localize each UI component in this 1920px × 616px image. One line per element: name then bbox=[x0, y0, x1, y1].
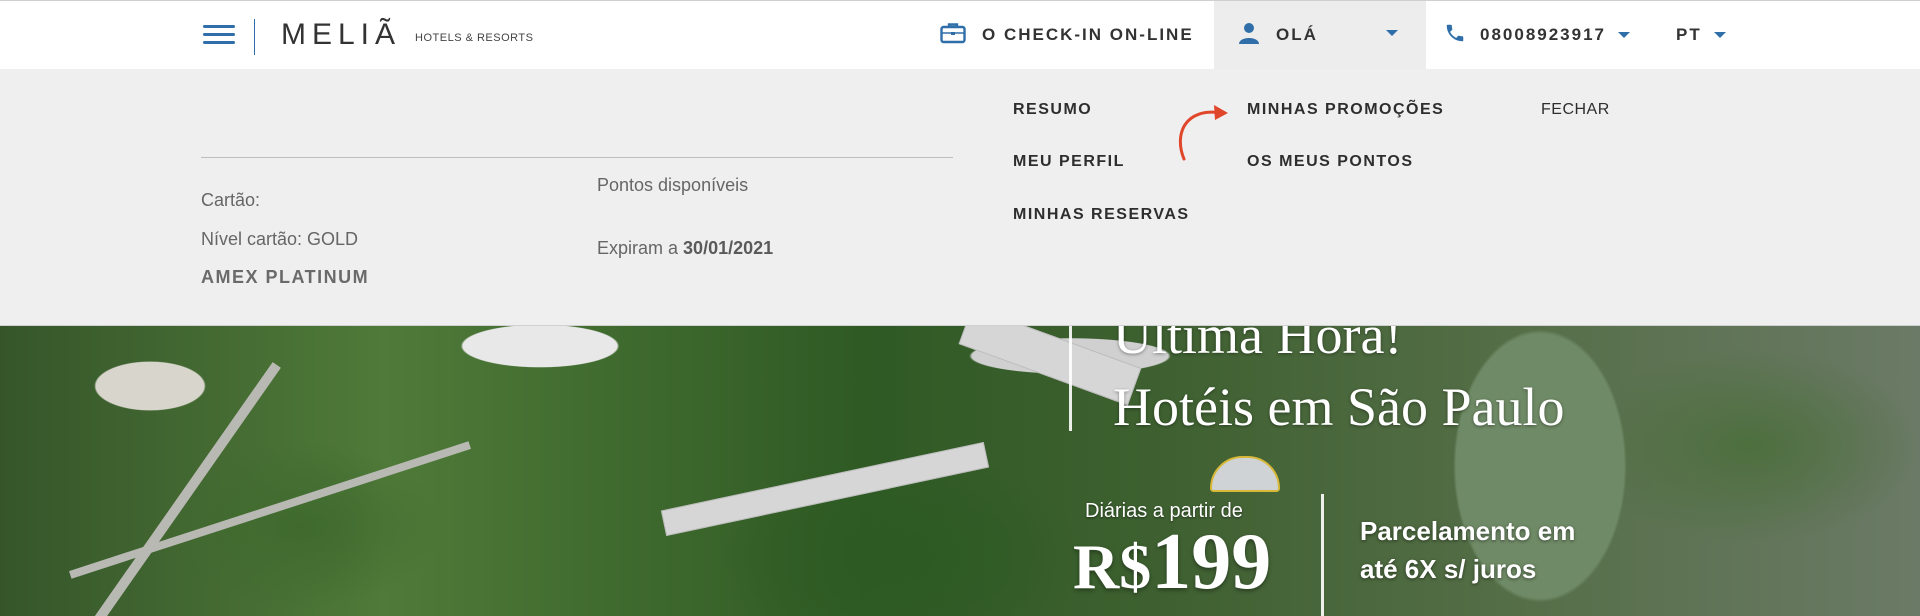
online-checkin-link[interactable]: O CHECK-IN ON-LINE bbox=[940, 1, 1194, 69]
phone-number: 08008923917 bbox=[1480, 25, 1607, 44]
hero-price: R$199 bbox=[1073, 522, 1271, 602]
hero-divider bbox=[1321, 494, 1324, 616]
hero-installments: Parcelamento em até 6X s/ juros bbox=[1360, 512, 1575, 588]
chevron-down-icon bbox=[1618, 32, 1631, 38]
points-expiry-prefix: Expiram a bbox=[597, 238, 679, 258]
chevron-down-icon bbox=[1386, 30, 1398, 36]
checkin-label: O CHECK-IN ON-LINE bbox=[982, 25, 1194, 44]
user-greeting: OLÁ bbox=[1276, 25, 1318, 44]
divider-line bbox=[201, 157, 953, 158]
melia-logo[interactable]: MELIÃ HOTELS & RESORTS bbox=[281, 17, 533, 53]
hero-installments-line1: Parcelamento em bbox=[1360, 516, 1576, 546]
menu-minhas-promocoes[interactable]: MINHAS PROMOÇÕES bbox=[1247, 101, 1444, 119]
menu-meu-perfil[interactable]: MEU PERFIL bbox=[1013, 153, 1125, 171]
top-header: MELIÃ HOTELS & RESORTS O CHECK-IN ON-LIN… bbox=[0, 0, 1920, 69]
card-level: Nível cartão: GOLD bbox=[201, 229, 359, 249]
language-code: PT bbox=[1676, 25, 1702, 44]
card-label: Cartão: bbox=[201, 190, 261, 210]
points-expiry-date: 30/01/2021 bbox=[683, 238, 774, 258]
hamburger-menu-icon[interactable] bbox=[203, 21, 235, 47]
hero-divider bbox=[1069, 326, 1072, 431]
chevron-down-icon bbox=[1713, 32, 1726, 38]
logo-subtitle: HOTELS & RESORTS bbox=[415, 32, 534, 44]
briefcase-icon bbox=[940, 22, 966, 49]
annotation-arrow-icon bbox=[1178, 105, 1228, 161]
close-panel-link[interactable]: FECHAR bbox=[1541, 101, 1610, 119]
header-divider bbox=[254, 19, 255, 55]
hero-title-line1: Última Hora! bbox=[1113, 326, 1403, 365]
phone-icon bbox=[1444, 22, 1466, 49]
points-expiry: Expiram a 30/01/2021 bbox=[597, 238, 773, 259]
hero-price-value: 199 bbox=[1151, 518, 1272, 606]
account-dropdown-panel: Cartão: Nível cartão: GOLD AMEX PLATINUM… bbox=[0, 69, 1920, 326]
menu-minhas-reservas[interactable]: MINHAS RESERVAS bbox=[1013, 206, 1190, 224]
hero-currency: R$ bbox=[1073, 531, 1152, 602]
user-icon bbox=[1238, 22, 1260, 49]
menu-os-meus-pontos[interactable]: OS MEUS PONTOS bbox=[1247, 153, 1414, 171]
hero-installments-line2: até 6X s/ juros bbox=[1360, 554, 1537, 584]
card-name: AMEX PLATINUM bbox=[201, 267, 370, 287]
logo-wordmark: MELIÃ bbox=[281, 18, 402, 51]
hero-banner[interactable]: Última Hora! Hotéis em São Paulo Diárias… bbox=[0, 326, 1920, 616]
points-available-label: Pontos disponíveis bbox=[597, 175, 749, 195]
menu-resumo[interactable]: RESUMO bbox=[1013, 101, 1092, 119]
language-selector[interactable]: PT bbox=[1676, 1, 1726, 69]
phone-dropdown[interactable]: 08008923917 bbox=[1444, 1, 1631, 69]
hero-title-line2: Hotéis em São Paulo bbox=[1113, 377, 1565, 437]
user-account-dropdown[interactable]: OLÁ bbox=[1214, 1, 1426, 69]
